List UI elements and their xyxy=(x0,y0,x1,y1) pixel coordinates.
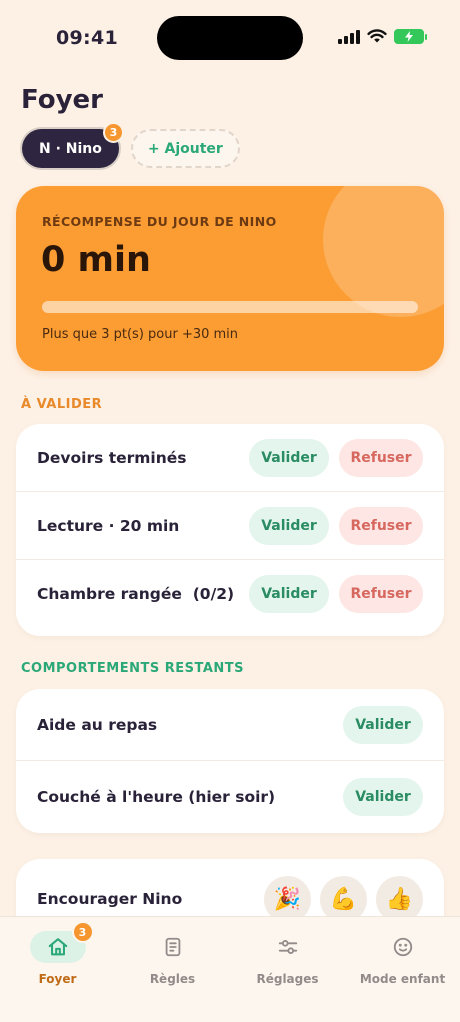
tab-reglages[interactable]: Réglages xyxy=(230,931,345,986)
add-child-button[interactable]: + Ajouter xyxy=(130,129,240,168)
remaining-row: Couché à l'heure (hier soir) Valider xyxy=(16,761,444,833)
pending-row: Devoirs terminés Valider Refuser xyxy=(16,424,444,492)
child-chip-nino[interactable]: N · Nino 3 xyxy=(22,122,124,168)
tab-foyer[interactable]: 3 Foyer xyxy=(0,921,115,986)
pending-card: Devoirs terminés Valider Refuser Lecture… xyxy=(16,424,444,636)
refuse-button[interactable]: Refuser xyxy=(339,438,423,477)
remaining-row-label: Aide au repas xyxy=(37,715,158,734)
remaining-row: Aide au repas Valider xyxy=(16,689,444,761)
child-chip-label: N · Nino xyxy=(39,140,102,157)
tab-mode-enfant[interactable]: Mode enfant xyxy=(345,931,460,986)
battery-charging-icon xyxy=(394,29,427,44)
status-time: 09:41 xyxy=(56,27,118,49)
decorative-circle xyxy=(323,186,444,317)
notification-badge: 3 xyxy=(71,921,94,943)
pending-row: Lecture · 20 min Valider Refuser xyxy=(16,492,444,560)
tab-regles[interactable]: Règles xyxy=(115,931,230,986)
validate-button[interactable]: Valider xyxy=(343,778,423,816)
encourage-label: Encourager Nino xyxy=(37,890,183,908)
reward-card: RÉCOMPENSE DU JOUR DE NINO 0 min Plus qu… xyxy=(16,186,444,371)
child-selector: N · Nino 3 + Ajouter xyxy=(22,122,240,168)
reward-value: 0 min xyxy=(41,240,151,280)
remaining-row-label: Couché à l'heure (hier soir) xyxy=(37,788,276,806)
remaining-card: Aide au repas Valider Couché à l'heure (… xyxy=(16,689,444,833)
validate-button[interactable]: Valider xyxy=(249,506,329,545)
tab-bar: 3 Foyer Règles Réglages Mode enfant xyxy=(0,916,460,1022)
section-title-pending: À VALIDER xyxy=(21,397,103,412)
sliders-icon xyxy=(278,940,297,954)
reward-label: RÉCOMPENSE DU JOUR DE NINO xyxy=(42,214,277,229)
tab-label: Règles xyxy=(149,972,196,986)
validate-button[interactable]: Valider xyxy=(249,438,329,477)
validate-button[interactable]: Valider xyxy=(249,575,329,613)
refuse-button[interactable]: Refuser xyxy=(339,506,423,545)
reward-hint: Plus que 3 pt(s) pour +30 min xyxy=(42,327,239,342)
tab-label: Mode enfant xyxy=(359,972,446,986)
smiley-icon xyxy=(393,937,412,957)
status-bar: 09:41 xyxy=(0,0,460,78)
section-title-remaining: COMPORTEMENTS RESTANTS xyxy=(21,661,245,676)
wifi-icon xyxy=(367,29,387,43)
rules-icon xyxy=(165,937,180,957)
notification-badge: 3 xyxy=(102,122,124,143)
cellular-signal-icon xyxy=(338,29,360,44)
pending-row-label: Devoirs terminés xyxy=(37,448,187,467)
home-icon xyxy=(48,938,67,956)
page-title: Foyer xyxy=(21,85,103,115)
pending-row-label: Chambre rangée (0/2) xyxy=(37,585,235,603)
pending-row-label: Lecture · 20 min xyxy=(37,516,180,535)
validate-button[interactable]: Valider xyxy=(343,705,423,744)
tab-label: Réglages xyxy=(256,972,319,986)
dynamic-island xyxy=(157,16,303,60)
pending-row: Chambre rangée (0/2) Valider Refuser xyxy=(16,560,444,628)
status-icons xyxy=(338,29,427,44)
reward-progress-bar xyxy=(42,301,418,313)
tab-label: Foyer xyxy=(38,972,77,986)
refuse-button[interactable]: Refuser xyxy=(339,575,423,613)
